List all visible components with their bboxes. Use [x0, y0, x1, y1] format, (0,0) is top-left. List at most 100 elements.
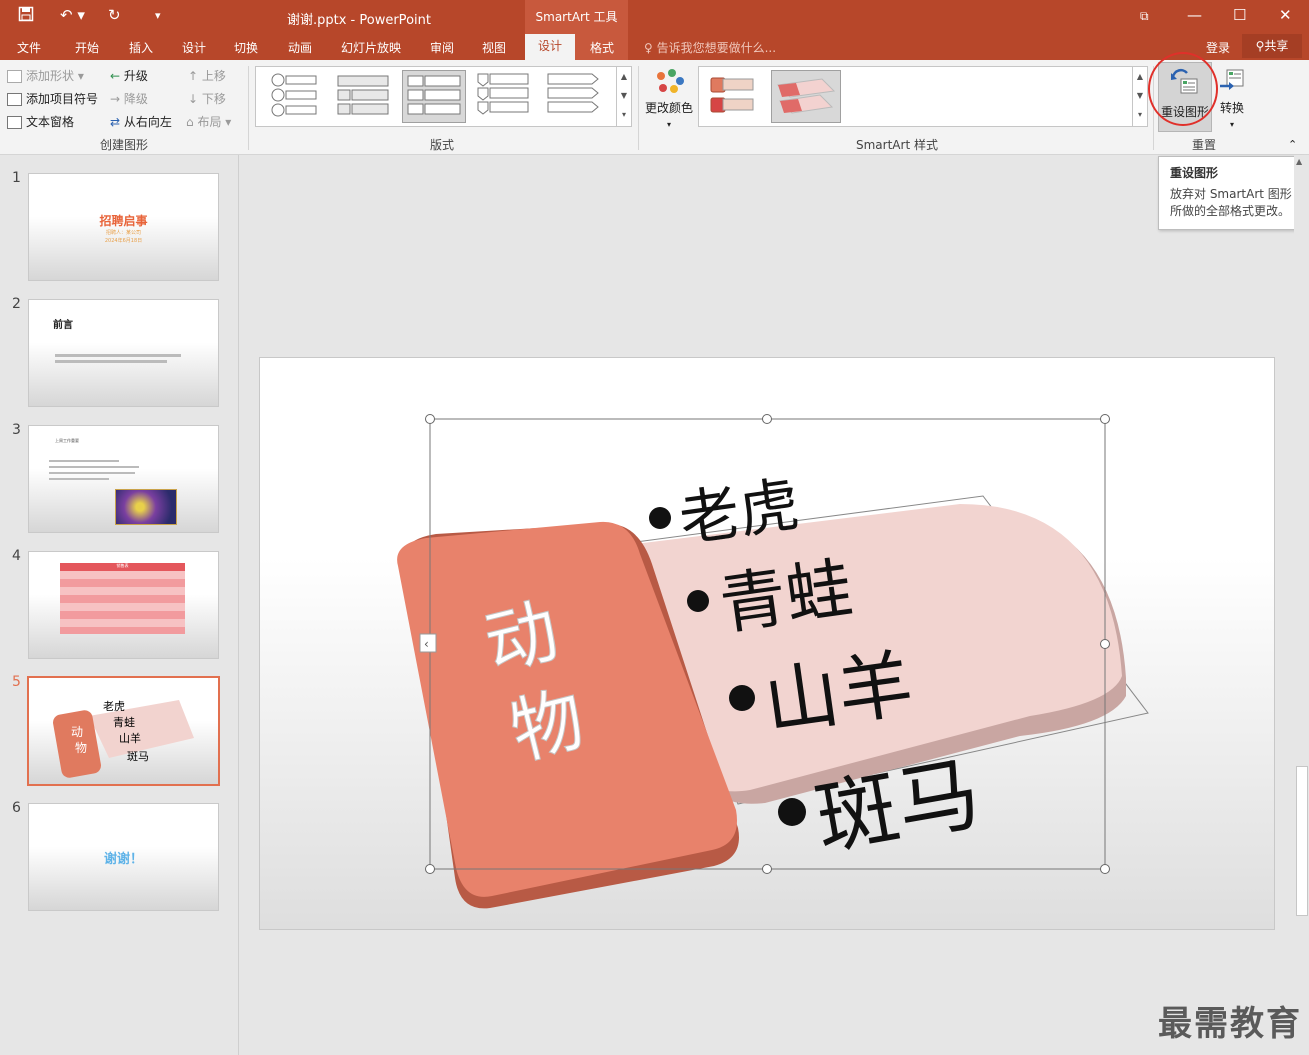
slide-number: 6	[12, 800, 21, 816]
svg-text:斑马: 斑马	[127, 750, 149, 763]
tab-design[interactable]: 设计	[182, 39, 206, 56]
tab-smartart-format[interactable]: 格式	[590, 39, 614, 56]
promote-button[interactable]: ← 升级	[110, 67, 148, 84]
text-pane-button[interactable]: 文本窗格	[7, 113, 74, 130]
layout-icon: ⌂	[186, 115, 198, 129]
lightbulb-icon: ♀	[644, 41, 657, 55]
tab-home[interactable]: 开始	[75, 39, 99, 56]
vertical-scrollbar[interactable]	[1294, 155, 1309, 1055]
slide-canvas[interactable]: 动 物 老虎 青蛙 山羊 斑马 ‹	[259, 357, 1275, 930]
login-link[interactable]: 登录	[1206, 39, 1230, 56]
slide-thumbnail-5[interactable]: 动 物 老虎 青蛙 山羊 斑马	[27, 676, 220, 786]
tooltip-title: 重设图形	[1170, 166, 1219, 180]
slide-number-active: 5	[12, 674, 21, 690]
resize-handle[interactable]	[762, 864, 772, 874]
tab-smartart-design[interactable]: 设计	[525, 34, 575, 60]
add-shape-icon	[7, 70, 22, 83]
watermark: 最需教育	[1158, 1004, 1302, 1044]
text-pane-label: 文本窗格	[26, 115, 75, 129]
tab-animations[interactable]: 动画	[288, 39, 312, 56]
demote-arrow-icon: →	[110, 92, 124, 106]
resize-handle[interactable]	[1100, 414, 1110, 424]
thumb-subtitle: 招聘人：某公司	[105, 230, 141, 236]
palette-icon	[657, 69, 684, 93]
share-button[interactable]: ⚲共享	[1242, 34, 1302, 58]
slide-thumbnail-1[interactable]: 招聘启事 招聘人：某公司 2024年6月18日	[28, 173, 219, 281]
smartart-graphic[interactable]: 动 物 老虎 青蛙 山羊 斑马 ‹	[260, 358, 1274, 929]
ribbon: 添加形状 ▾ 添加项目符号 文本窗格 ← 升级 → 降级 ⇄ 从右向左 ↑ 上移…	[0, 52, 1309, 155]
slide-number: 4	[12, 548, 21, 564]
scroll-up-icon[interactable]: ▲	[1296, 157, 1302, 166]
layout-option[interactable]	[472, 70, 534, 121]
minimize-button[interactable]: —	[1187, 6, 1202, 24]
promote-label: 升级	[123, 69, 148, 83]
highlight-circle	[1148, 52, 1218, 126]
demote-label: 降级	[123, 92, 148, 106]
move-down-button[interactable]: ↓ 下移	[188, 90, 226, 107]
change-colors-button[interactable]: 更改颜色 ▾	[644, 68, 694, 130]
thumb-text-line	[55, 360, 167, 363]
slide-number: 1	[12, 170, 21, 186]
demote-button[interactable]: → 降级	[110, 90, 148, 107]
convert-button[interactable]: 转换 ▾	[1214, 68, 1250, 130]
svg-text:物: 物	[75, 741, 87, 755]
layout-option[interactable]	[332, 70, 394, 121]
resize-handle[interactable]	[425, 864, 435, 874]
styles-gallery-scroll[interactable]: ▲ ▼ ▾	[1132, 67, 1147, 126]
undo-icon[interactable]: ↶ ▾	[60, 6, 85, 24]
tab-file[interactable]: 文件	[17, 39, 41, 56]
close-button[interactable]: ✕	[1279, 6, 1292, 24]
svg-text:动: 动	[71, 725, 83, 739]
tell-me-box[interactable]: ♀ 告诉我您想要做什么...	[644, 39, 776, 56]
resize-handle[interactable]	[1100, 864, 1110, 874]
layout-label: 布局	[197, 115, 222, 129]
tab-insert[interactable]: 插入	[129, 39, 153, 56]
move-up-button[interactable]: ↑ 上移	[188, 67, 226, 84]
save-icon[interactable]	[18, 6, 34, 26]
right-to-left-button[interactable]: ⇄ 从右向左	[110, 113, 172, 130]
bullet-dot	[649, 507, 671, 529]
tell-me-text: 告诉我您想要做什么...	[656, 41, 777, 55]
style-option[interactable]	[703, 70, 769, 121]
layout-option[interactable]	[262, 70, 324, 121]
tooltip-body: 放弃对 SmartArt 图形所做的全部格式更改。	[1170, 187, 1292, 218]
collapse-ribbon-icon[interactable]: ⌃	[1288, 138, 1297, 151]
bullet-dot	[778, 798, 806, 826]
add-bullet-icon	[7, 93, 22, 106]
slide-thumbnail-6[interactable]: 谢谢！	[28, 803, 219, 911]
resize-handle[interactable]	[425, 414, 435, 424]
ribbon-display-options-icon[interactable]: ⧉	[1140, 9, 1149, 24]
group-separator	[248, 66, 249, 150]
layout-button[interactable]: ⌂ 布局 ▾	[186, 113, 231, 130]
tab-transitions[interactable]: 切换	[234, 39, 258, 56]
add-shape-button[interactable]: 添加形状 ▾	[7, 67, 84, 84]
thumb-text-line	[49, 466, 139, 468]
layouts-gallery-scroll[interactable]: ▲ ▼ ▾	[616, 67, 631, 126]
customize-toolbar-icon[interactable]: ▾	[155, 9, 161, 22]
add-bullet-button[interactable]: 添加项目符号	[7, 90, 98, 107]
thumb-text-line	[49, 472, 135, 474]
style-option-selected[interactable]	[771, 70, 841, 123]
resize-handle[interactable]	[1100, 639, 1110, 649]
slide-thumbnail-3[interactable]: 上周工作重要	[28, 425, 219, 533]
layout-option[interactable]	[542, 70, 604, 121]
tab-slideshow[interactable]: 幻灯片放映	[341, 39, 401, 56]
share-label: 共享	[1264, 39, 1289, 53]
convert-label: 转换	[1219, 101, 1244, 115]
add-bullet-label: 添加项目符号	[26, 92, 99, 106]
smartart-styles-gallery: ▲ ▼ ▾	[698, 66, 1148, 127]
convert-icon	[1220, 69, 1244, 90]
layout-option-selected[interactable]	[402, 70, 466, 123]
maximize-button[interactable]: ☐	[1233, 6, 1246, 24]
slide-thumbnail-4[interactable]: 销售表	[28, 551, 219, 659]
promote-arrow-icon: ←	[110, 69, 124, 83]
thumb-table: 销售表	[60, 563, 185, 634]
tooltip: 重设图形 放弃对 SmartArt 图形所做的全部格式更改。	[1158, 156, 1302, 230]
slide-number: 2	[12, 296, 21, 312]
slide-thumbnail-2[interactable]: 前言	[28, 299, 219, 407]
tab-review[interactable]: 审阅	[430, 39, 454, 56]
tab-view[interactable]: 视图	[482, 39, 506, 56]
resize-handle[interactable]	[762, 414, 772, 424]
redo-icon[interactable]: ↻	[108, 6, 121, 24]
scrollbar-thumb[interactable]	[1296, 766, 1308, 916]
